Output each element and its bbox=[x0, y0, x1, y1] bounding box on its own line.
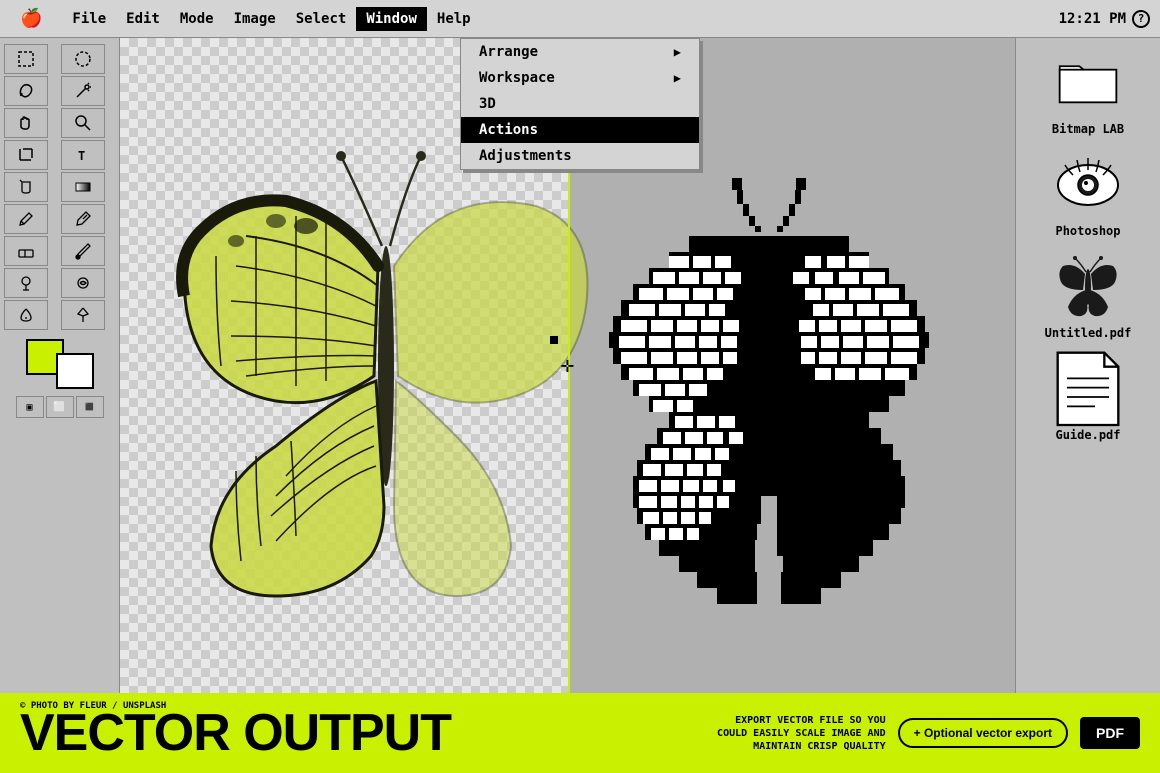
bottom-right-area: EXPORT VECTOR FILE SO YOU COULD EASILY S… bbox=[706, 714, 1140, 753]
dropdown-adjustments[interactable]: Adjustments bbox=[461, 143, 699, 169]
menu-window[interactable]: Window bbox=[356, 7, 427, 31]
butterfly-pdf-icon bbox=[1053, 252, 1123, 322]
tool-grid: T bbox=[4, 44, 115, 330]
tool-paint-bucket[interactable] bbox=[4, 172, 48, 202]
dropdown-3d[interactable]: 3D bbox=[461, 91, 699, 117]
sidebar-icon-photoshop[interactable]: Photoshop bbox=[1053, 150, 1123, 238]
right-sidebar: Bitmap LAB Photoshop bbox=[1015, 38, 1160, 693]
document-icon bbox=[1053, 354, 1123, 424]
menu-help[interactable]: Help bbox=[427, 7, 481, 31]
vector-export-button[interactable]: + Optional vector export bbox=[898, 718, 1068, 748]
tool-pen[interactable] bbox=[61, 300, 105, 330]
photo-credit: © PHOTO BY FLEUR / UNSPLASH bbox=[20, 701, 166, 711]
arrow-icon: ▶ bbox=[674, 71, 681, 85]
guide-pdf-label: Guide.pdf bbox=[1055, 428, 1120, 442]
bottom-bar: © PHOTO BY FLEUR / UNSPLASH VECTOR OUTPU… bbox=[0, 693, 1160, 773]
window-menu-dropdown: Arrange ▶ Workspace ▶ 3D Actions Adjustm… bbox=[460, 38, 700, 170]
tool-eraser[interactable] bbox=[4, 236, 48, 266]
sidebar-icon-guide-pdf[interactable]: Guide.pdf bbox=[1053, 354, 1123, 442]
tool-wand[interactable] bbox=[61, 76, 105, 106]
menu-edit[interactable]: Edit bbox=[116, 7, 170, 31]
tool-eyedropper[interactable] bbox=[61, 204, 105, 234]
untitled-pdf-label: Untitled.pdf bbox=[1045, 326, 1132, 340]
clock: 12:21 PM bbox=[1059, 11, 1126, 27]
photoshop-icon bbox=[1053, 150, 1123, 220]
tool-dodge[interactable] bbox=[4, 268, 48, 298]
tool-gradient[interactable] bbox=[61, 172, 105, 202]
sidebar-icon-untitled-pdf[interactable]: Untitled.pdf bbox=[1045, 252, 1132, 340]
crosshair-cursor: ✛ bbox=[556, 354, 580, 378]
menu-image[interactable]: Image bbox=[224, 7, 286, 31]
toolbox: T bbox=[0, 38, 120, 693]
tool-bottom-buttons: ▣ ⬜ ⬛ bbox=[16, 396, 104, 418]
apple-menu[interactable]: 🍎 bbox=[10, 4, 52, 33]
tool-crop[interactable] bbox=[4, 140, 48, 170]
bottom-description: EXPORT VECTOR FILE SO YOU COULD EASILY S… bbox=[706, 714, 886, 753]
tool-brush[interactable] bbox=[61, 236, 105, 266]
bitmap-lab-label: Bitmap LAB bbox=[1052, 122, 1124, 136]
tool-mode3[interactable]: ⬛ bbox=[76, 396, 104, 418]
menubar: 🍎 File Edit Mode Image Select Window Hel… bbox=[0, 0, 1160, 38]
help-icon[interactable]: ? bbox=[1132, 10, 1150, 28]
tool-pencil[interactable] bbox=[4, 204, 48, 234]
dropdown-workspace[interactable]: Workspace ▶ bbox=[461, 65, 699, 91]
center-dot bbox=[550, 336, 558, 344]
folder-icon bbox=[1053, 48, 1123, 118]
butterfly-pixel-svg bbox=[569, 96, 969, 636]
tool-lasso[interactable] bbox=[4, 76, 48, 106]
tool-dropper2[interactable] bbox=[4, 300, 48, 330]
tool-smudge[interactable] bbox=[61, 268, 105, 298]
menu-mode[interactable]: Mode bbox=[170, 7, 224, 31]
tool-zoom[interactable] bbox=[61, 108, 105, 138]
tool-marquee-rect[interactable] bbox=[4, 44, 48, 74]
color-swatches bbox=[26, 339, 94, 389]
menu-select[interactable]: Select bbox=[286, 7, 357, 31]
menu-file[interactable]: File bbox=[62, 7, 116, 31]
time-area: 12:21 PM ? bbox=[1059, 10, 1150, 28]
pdf-button[interactable]: PDF bbox=[1080, 717, 1140, 749]
sidebar-icon-bitmap-lab[interactable]: Bitmap LAB bbox=[1052, 48, 1124, 136]
tool-text[interactable]: T bbox=[61, 140, 105, 170]
dropdown-arrange[interactable]: Arrange ▶ bbox=[461, 39, 699, 65]
arrow-icon: ▶ bbox=[674, 45, 681, 59]
tool-mode2[interactable]: ⬜ bbox=[46, 396, 74, 418]
tool-hand[interactable] bbox=[4, 108, 48, 138]
background-color[interactable] bbox=[56, 353, 94, 389]
bottom-title: VECTOR OUTPUT bbox=[20, 707, 451, 759]
tool-mode1[interactable]: ▣ bbox=[16, 396, 44, 418]
photoshop-label: Photoshop bbox=[1055, 224, 1120, 238]
svg-text:T: T bbox=[78, 149, 85, 163]
dropdown-actions[interactable]: Actions bbox=[461, 117, 699, 143]
tool-marquee-ellipse[interactable] bbox=[61, 44, 105, 74]
